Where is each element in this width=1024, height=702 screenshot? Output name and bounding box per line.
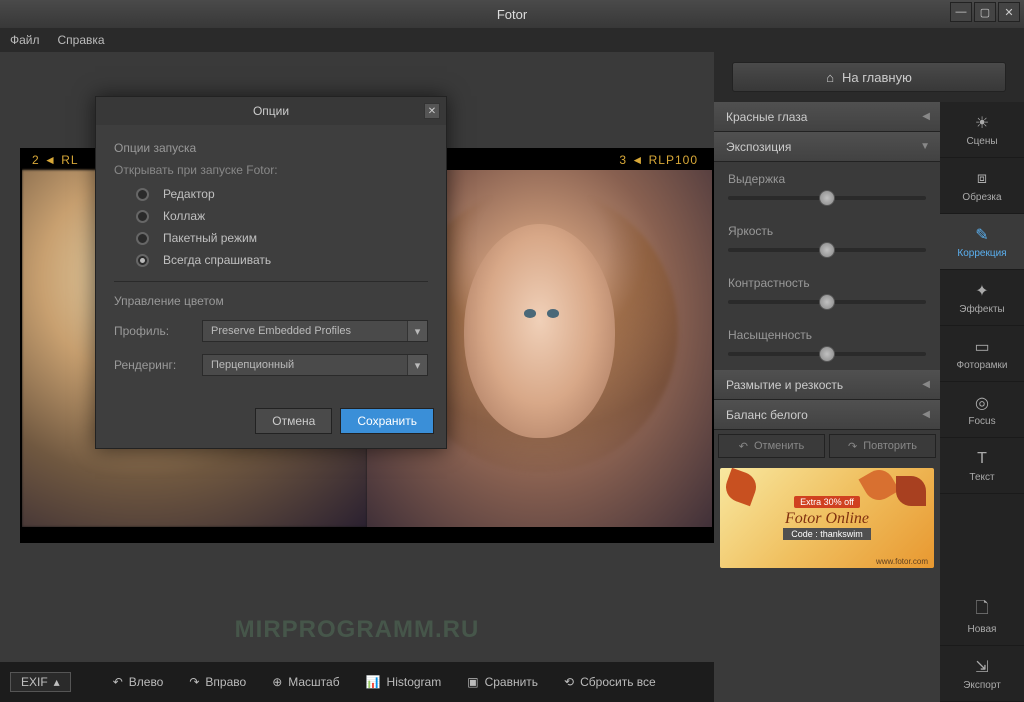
tool-sidebar: ☀Сцены ⧈Обрезка ✎Коррекция ✦Эффекты ▭Фот… bbox=[940, 102, 1024, 702]
histogram-icon: 📊 bbox=[366, 675, 381, 689]
reset-icon: ⟲ bbox=[564, 675, 574, 689]
tool-crop[interactable]: ⧈Обрезка bbox=[940, 158, 1024, 214]
undo-icon: ↶ bbox=[739, 440, 748, 453]
target-icon: ◎ bbox=[972, 393, 992, 413]
close-button[interactable]: ✕ bbox=[998, 2, 1020, 22]
tool-text[interactable]: TТекст bbox=[940, 438, 1024, 494]
section-redeye[interactable]: Красные глаза◀ bbox=[714, 102, 940, 132]
reset-button[interactable]: ⟲Сбросить все bbox=[554, 671, 666, 693]
slider-shutter[interactable] bbox=[728, 196, 926, 200]
slider-saturation[interactable] bbox=[728, 352, 926, 356]
tool-focus[interactable]: ◎Focus bbox=[940, 382, 1024, 438]
home-button[interactable]: ⌂ На главную bbox=[732, 62, 1006, 92]
zoom-button[interactable]: ⊕Масштаб bbox=[262, 671, 349, 693]
chevron-down-icon: ▾ bbox=[407, 355, 427, 375]
redo-button[interactable]: ↷Повторить bbox=[829, 434, 936, 458]
compare-button[interactable]: ▣Сравнить bbox=[457, 671, 548, 693]
startup-sub-label: Открывать при запуске Fotor: bbox=[114, 163, 428, 177]
ad-extra: Extra 30% off bbox=[794, 496, 860, 508]
home-icon: ⌂ bbox=[826, 70, 834, 85]
crop-icon: ⧈ bbox=[972, 169, 992, 189]
section-blur[interactable]: Размытие и резкость◀ bbox=[714, 370, 940, 400]
cancel-button[interactable]: Отмена bbox=[255, 408, 332, 434]
undo-button[interactable]: ↶Отменить bbox=[718, 434, 825, 458]
minimize-button[interactable]: — bbox=[950, 2, 972, 22]
ad-banner[interactable]: Extra 30% off Fotor Online Code : thanks… bbox=[720, 468, 934, 568]
slider-shutter-label: Выдержка bbox=[728, 172, 926, 186]
zoom-icon: ⊕ bbox=[272, 675, 282, 689]
slider-brightness-label: Яркость bbox=[728, 224, 926, 238]
ad-url: www.fotor.com bbox=[876, 557, 928, 566]
histogram-button[interactable]: 📊Histogram bbox=[356, 671, 452, 693]
menubar: Файл Справка bbox=[0, 28, 1024, 52]
profile-label: Профиль: bbox=[114, 324, 184, 338]
ad-code: Code : thankswim bbox=[783, 528, 871, 540]
wand-icon: ✎ bbox=[972, 225, 992, 245]
chevron-left-icon: ◀ bbox=[922, 409, 930, 420]
startup-section-label: Опции запуска bbox=[114, 141, 428, 155]
dialog-close-button[interactable]: ✕ bbox=[424, 103, 440, 119]
chevron-up-icon: ▴ bbox=[54, 675, 60, 689]
adjustments-column: Красные глаза◀ Экспозиция▼ Выдержка Ярко… bbox=[714, 102, 940, 702]
exif-button[interactable]: EXIF▴ bbox=[10, 672, 71, 692]
tool-scenes[interactable]: ☀Сцены bbox=[940, 102, 1024, 158]
tool-new[interactable]: 🗋Новая bbox=[940, 590, 1024, 646]
frame-icon: ▭ bbox=[972, 337, 992, 357]
rotate-right-icon: ↷ bbox=[189, 675, 199, 689]
chevron-left-icon: ◀ bbox=[922, 379, 930, 390]
menu-help[interactable]: Справка bbox=[58, 33, 105, 47]
chevron-down-icon: ▼ bbox=[920, 141, 930, 152]
ad-title: Fotor Online bbox=[785, 510, 869, 528]
text-icon: T bbox=[972, 449, 992, 469]
section-exposure[interactable]: Экспозиция▼ bbox=[714, 132, 940, 162]
rotate-left-icon: ↶ bbox=[113, 675, 123, 689]
radio-ask[interactable] bbox=[136, 254, 149, 267]
radio-collage[interactable] bbox=[136, 210, 149, 223]
compare-icon: ▣ bbox=[467, 675, 478, 689]
canvas-area: 2 ◄ RL 465 3 ◄ RLP100 Опции ✕ Опции запу… bbox=[0, 52, 714, 702]
save-button[interactable]: Сохранить bbox=[340, 408, 434, 434]
bottom-toolbar: EXIF▴ ↶Влево ↷Вправо ⊕Масштаб 📊Histogram… bbox=[0, 662, 714, 702]
right-panel: ⌂ На главную Красные глаза◀ Экспозиция▼ … bbox=[714, 52, 1024, 702]
sun-icon: ☀ bbox=[972, 113, 992, 133]
radio-batch[interactable] bbox=[136, 232, 149, 245]
color-section-label: Управление цветом bbox=[114, 294, 428, 308]
maximize-button[interactable]: ▢ bbox=[974, 2, 996, 22]
options-dialog: Опции ✕ Опции запуска Открывать при запу… bbox=[95, 96, 447, 449]
profile-select[interactable]: Preserve Embedded Profiles▾ bbox=[202, 320, 428, 342]
dialog-title: Опции ✕ bbox=[96, 97, 446, 125]
tool-export[interactable]: ⇲Экспорт bbox=[940, 646, 1024, 702]
section-wb[interactable]: Баланс белого◀ bbox=[714, 400, 940, 430]
app-title: Fotor bbox=[497, 7, 527, 22]
chevron-left-icon: ◀ bbox=[922, 111, 930, 122]
rendering-label: Рендеринг: bbox=[114, 358, 184, 372]
export-icon: ⇲ bbox=[972, 657, 992, 677]
rendering-select[interactable]: Перцепционный▾ bbox=[202, 354, 428, 376]
slider-saturation-label: Насыщенность bbox=[728, 328, 926, 342]
sparkle-icon: ✦ bbox=[972, 281, 992, 301]
film-frame-left: 2 ◄ RL bbox=[32, 153, 79, 167]
radio-editor[interactable] bbox=[136, 188, 149, 201]
chevron-down-icon: ▾ bbox=[407, 321, 427, 341]
watermark: MIRPROGRAMM.RU bbox=[235, 616, 480, 644]
redo-icon: ↷ bbox=[848, 440, 857, 453]
menu-file[interactable]: Файл bbox=[10, 33, 40, 47]
slider-brightness[interactable] bbox=[728, 248, 926, 252]
tool-frames[interactable]: ▭Фоторамки bbox=[940, 326, 1024, 382]
rotate-left-button[interactable]: ↶Влево bbox=[103, 671, 174, 693]
slider-contrast-label: Контрастность bbox=[728, 276, 926, 290]
film-frame-right: 3 ◄ RLP100 bbox=[619, 153, 698, 167]
tool-effects[interactable]: ✦Эффекты bbox=[940, 270, 1024, 326]
titlebar: Fotor — ▢ ✕ bbox=[0, 0, 1024, 28]
slider-contrast[interactable] bbox=[728, 300, 926, 304]
rotate-right-button[interactable]: ↷Вправо bbox=[179, 671, 256, 693]
tool-correction[interactable]: ✎Коррекция bbox=[940, 214, 1024, 270]
file-icon: 🗋 bbox=[972, 601, 992, 621]
